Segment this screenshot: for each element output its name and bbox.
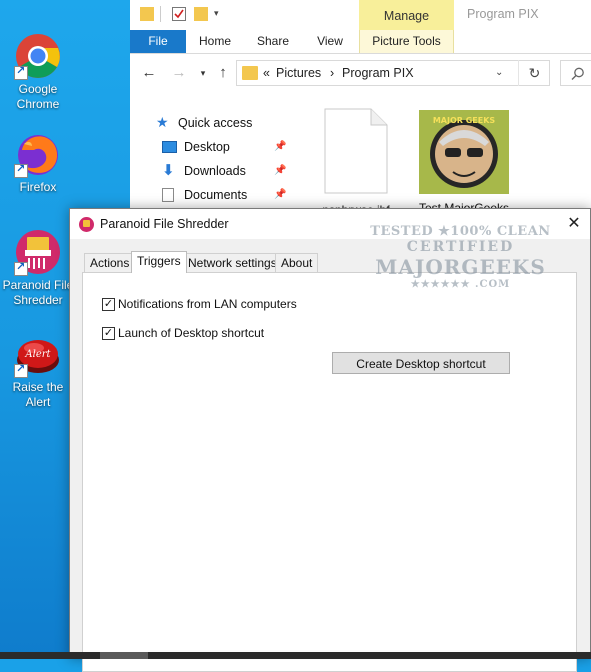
download-arrow-icon: ⬇ — [162, 162, 175, 179]
close-button[interactable]: ✕ — [560, 211, 588, 237]
checkbox-label: Launch of Desktop shortcut — [118, 326, 265, 340]
new-folder-icon[interactable] — [194, 7, 208, 21]
tab-manage[interactable]: Manage — [359, 0, 454, 30]
search-icon — [571, 67, 584, 80]
tab-about[interactable]: About — [275, 253, 319, 272]
address-bar: ← → ▾ ↑ « Pictures › Program PIX ⌄ ↻ — [130, 54, 591, 94]
breadcrumb-program-pix[interactable]: Program PIX — [342, 66, 414, 80]
nav-label: Quick access — [178, 116, 253, 130]
desktop-icon-label: Chrome — [16, 97, 60, 111]
alert-icon-text: Alert — [24, 349, 51, 360]
blank-file-icon — [324, 108, 388, 194]
taskbar-active-item[interactable] — [100, 652, 148, 659]
create-desktop-shortcut-button[interactable]: Create Desktop shortcut — [332, 352, 510, 374]
tab-file[interactable]: File — [130, 30, 186, 53]
forward-arrow-icon[interactable]: → — [170, 64, 188, 82]
properties-icon[interactable] — [172, 7, 186, 21]
dialog-title: Paranoid File Shredder — [100, 217, 229, 231]
tab-triggers[interactable]: Triggers — [131, 251, 187, 273]
desktop-icon-label: Raise the — [12, 380, 64, 394]
nav-label: Documents — [184, 188, 248, 202]
pin-icon[interactable]: 📌 — [274, 136, 286, 158]
file-item[interactable]: psphrwse.ibf — [308, 108, 404, 217]
firefox-icon — [14, 130, 62, 178]
desktop-icon-label: Google — [18, 82, 58, 96]
tab-share[interactable]: Share — [250, 30, 296, 53]
up-arrow-icon[interactable]: ↑ — [214, 64, 232, 82]
tab-home[interactable]: Home — [192, 30, 238, 53]
pin-icon[interactable]: 📌 — [274, 160, 286, 182]
back-arrow-icon[interactable]: ← — [140, 64, 158, 82]
paranoid-file-shredder-dialog: Paranoid File Shredder ✕ Actions Trigger… — [69, 208, 591, 672]
tab-actions[interactable]: Actions — [84, 253, 136, 272]
tab-view[interactable]: View — [307, 30, 353, 53]
file-item[interactable]: MAJOR GEEKS Test MajorGeeks — [416, 110, 512, 215]
tab-picture-tools[interactable]: Picture Tools — [359, 30, 454, 53]
desktop-icon-label: Alert — [25, 395, 51, 409]
document-icon — [162, 188, 174, 202]
desktop-icon-label: Paranoid File — [2, 278, 74, 292]
desktop-icon-firefox[interactable]: Firefox — [2, 130, 74, 195]
address-input[interactable]: « Pictures › Program PIX ⌄ — [236, 60, 550, 86]
dialog-body: Actions Triggers Network settings About … — [70, 239, 590, 672]
thumbnail-logo-text: MAJOR GEEKS — [433, 116, 496, 125]
star-icon: ★ — [156, 114, 169, 130]
triggers-panel: ✓ Notifications from LAN computers ✓ Lau… — [82, 272, 577, 672]
folder-icon — [242, 66, 258, 80]
nav-label: Downloads — [184, 164, 246, 178]
majorgeeks-thumbnail-icon: MAJOR GEEKS — [419, 110, 509, 194]
divider — [160, 6, 161, 22]
launch-desktop-shortcut-checkbox[interactable]: ✓ — [102, 327, 115, 340]
tab-network-settings[interactable]: Network settings — [182, 253, 283, 272]
shredder-app-icon — [79, 217, 94, 232]
desktop-icon-chrome[interactable]: Google Chrome — [2, 32, 74, 112]
shredder-icon — [14, 228, 62, 276]
desktop-folder-icon — [162, 141, 177, 153]
folder-icon[interactable] — [140, 7, 154, 21]
breadcrumb-separator: › — [330, 66, 335, 80]
taskbar — [0, 652, 591, 659]
customize-toolbar-chevron-icon[interactable]: ▾ — [214, 8, 219, 19]
breadcrumb-pictures[interactable]: Pictures — [276, 66, 321, 80]
quick-access-toolbar: ▾ Manage Program PIX — [130, 0, 591, 30]
dialog-title-bar[interactable]: Paranoid File Shredder ✕ — [70, 209, 590, 239]
address-dropdown-chevron-icon[interactable]: ⌄ — [495, 67, 503, 78]
alert-button-icon: Alert — [14, 330, 62, 378]
window-title: Program PIX — [467, 7, 539, 21]
pin-icon[interactable]: 📌 — [274, 184, 286, 206]
navigation-pane: ★ Quick access Desktop 📌 ⬇ Downloads 📌 D… — [130, 94, 298, 224]
desktop-icon-raise-the-alert[interactable]: Alert Raise the Alert — [2, 330, 74, 410]
chrome-icon — [14, 32, 62, 80]
address-prefix: « — [263, 66, 270, 80]
desktop-icon-label: Firefox — [19, 180, 57, 194]
search-input[interactable] — [560, 60, 591, 86]
recent-locations-chevron-icon[interactable]: ▾ — [194, 64, 212, 82]
refresh-icon[interactable]: ↻ — [518, 60, 550, 86]
ribbon-tabs: File Home Share View Picture Tools — [130, 30, 591, 54]
desktop-icon-label: Shredder — [13, 293, 63, 307]
desktop-icon-paranoid-file-shredder[interactable]: Paranoid File Shredder — [2, 228, 74, 308]
checkbox-label: Notifications from LAN computers — [118, 297, 297, 311]
nav-label: Desktop — [184, 140, 230, 154]
notifications-lan-checkbox[interactable]: ✓ — [102, 298, 115, 311]
